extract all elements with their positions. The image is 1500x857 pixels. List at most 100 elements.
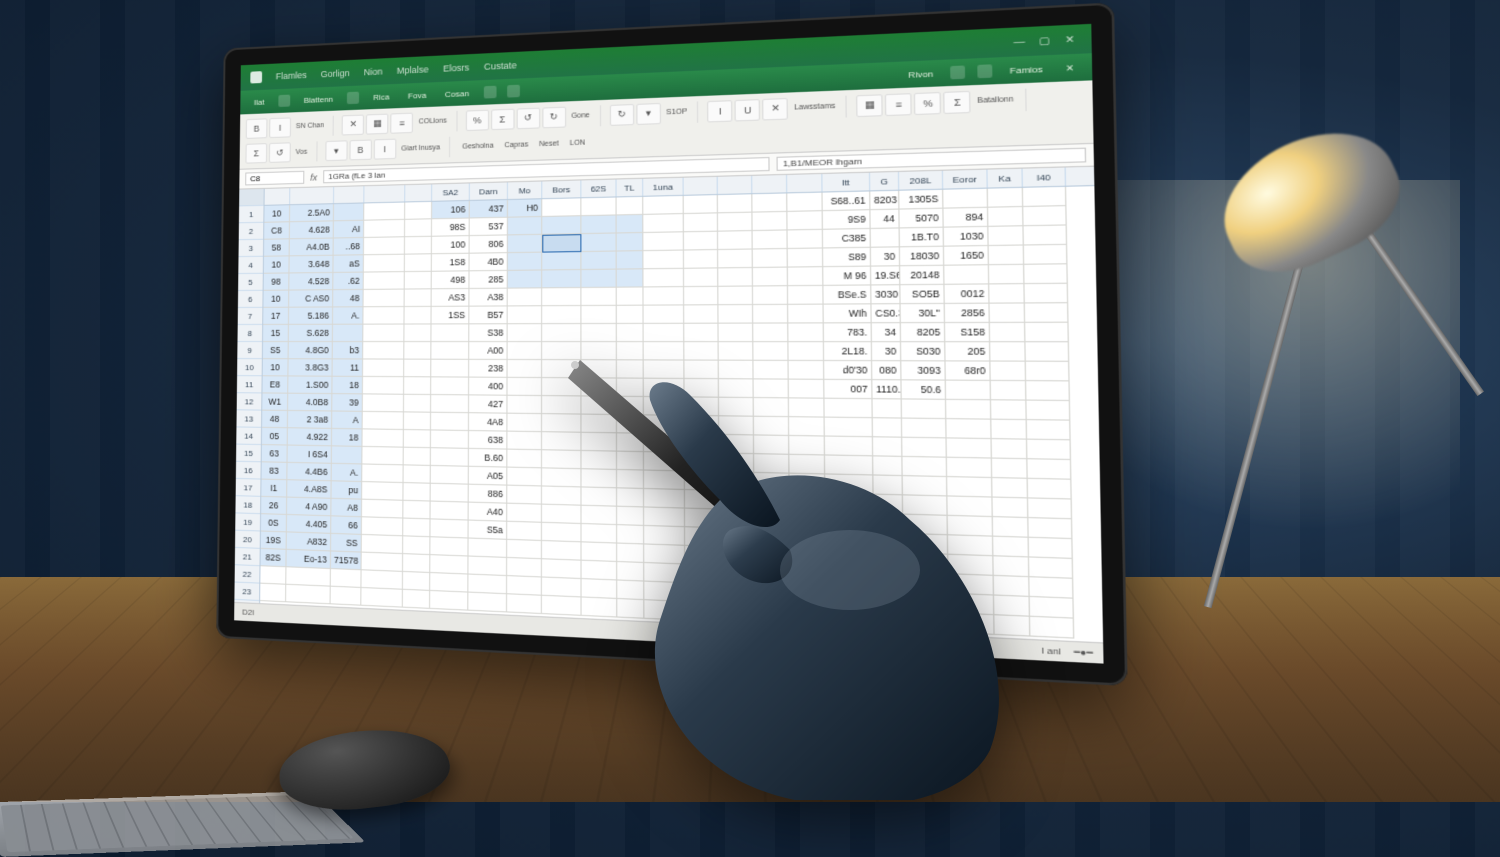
cell[interactable] xyxy=(789,398,825,417)
cell[interactable] xyxy=(404,395,431,413)
ribbon-subtab[interactable]: Ilat xyxy=(250,96,268,108)
cell[interactable] xyxy=(643,196,684,215)
cell[interactable] xyxy=(754,511,789,531)
cell[interactable] xyxy=(1024,226,1068,246)
cell[interactable] xyxy=(873,418,902,438)
cell[interactable] xyxy=(947,438,992,458)
cell[interactable] xyxy=(644,471,685,490)
cell[interactable] xyxy=(684,232,718,251)
cell[interactable] xyxy=(989,246,1025,266)
row-header[interactable]: 3 xyxy=(239,240,264,257)
cell[interactable] xyxy=(826,589,875,610)
cell[interactable] xyxy=(332,446,363,464)
cell[interactable] xyxy=(404,360,431,378)
toolbar-button[interactable]: ≡ xyxy=(885,93,912,116)
minimize-icon[interactable]: — xyxy=(1010,34,1028,50)
cell[interactable] xyxy=(643,214,684,233)
cell[interactable]: 5070 xyxy=(900,209,944,229)
cell[interactable]: b3 xyxy=(333,342,364,359)
ribbon-tab[interactable]: Mplalse xyxy=(397,64,429,76)
cell[interactable] xyxy=(949,574,995,595)
cell[interactable] xyxy=(581,378,616,396)
cell[interactable] xyxy=(404,412,431,430)
cell[interactable] xyxy=(403,590,430,609)
cell[interactable]: 39 xyxy=(332,394,363,412)
cell[interactable] xyxy=(991,400,1027,420)
cell[interactable]: 080 xyxy=(872,361,901,380)
cell[interactable] xyxy=(508,360,543,378)
ribbon-tab[interactable]: Flamles xyxy=(276,70,307,81)
cell[interactable]: 427 xyxy=(469,395,507,413)
cell[interactable] xyxy=(947,496,992,517)
cell[interactable] xyxy=(362,535,404,554)
cell[interactable] xyxy=(644,342,685,360)
cell[interactable] xyxy=(617,360,644,378)
cell[interactable]: I 6S4 xyxy=(288,446,332,464)
ribbon-subtab[interactable]: Fova xyxy=(404,89,431,101)
toolbar-button[interactable]: ↻ xyxy=(542,106,566,128)
cell[interactable]: 285 xyxy=(469,271,507,289)
cell[interactable] xyxy=(902,399,947,419)
cell[interactable] xyxy=(719,324,754,343)
cell[interactable] xyxy=(787,211,823,230)
cell[interactable] xyxy=(581,324,616,342)
cell[interactable]: aS xyxy=(333,255,364,273)
cell[interactable]: 1650 xyxy=(944,246,989,266)
cell[interactable]: 66 xyxy=(331,516,362,535)
cell[interactable] xyxy=(789,436,825,456)
cell[interactable]: S158 xyxy=(945,323,990,342)
cell[interactable] xyxy=(507,396,542,414)
cell[interactable] xyxy=(404,324,431,342)
cell[interactable] xyxy=(644,324,685,342)
cell[interactable]: A. xyxy=(333,307,364,324)
cell[interactable] xyxy=(581,233,616,252)
toolbar-button[interactable]: ✕ xyxy=(342,114,364,135)
cell[interactable] xyxy=(617,269,644,287)
toolbar-button[interactable]: Σ xyxy=(491,108,514,130)
cell[interactable]: I1 xyxy=(261,480,287,498)
cell[interactable] xyxy=(718,194,753,213)
cell[interactable]: 18 xyxy=(332,377,363,395)
cell[interactable]: 5.186 xyxy=(289,307,333,324)
cell[interactable] xyxy=(989,284,1025,304)
cell[interactable]: CS0.3 xyxy=(872,304,901,323)
cell[interactable] xyxy=(542,505,582,524)
cell[interactable] xyxy=(581,306,616,324)
column-header[interactable] xyxy=(752,175,787,193)
cell[interactable]: 98 xyxy=(264,273,290,290)
cell[interactable] xyxy=(542,396,581,415)
toolbar-button[interactable]: % xyxy=(914,92,941,115)
cell[interactable] xyxy=(874,495,904,515)
cell[interactable] xyxy=(903,515,948,536)
cell[interactable] xyxy=(581,415,617,434)
cell[interactable] xyxy=(431,360,469,378)
cell[interactable]: 106 xyxy=(432,201,470,219)
cell[interactable] xyxy=(581,342,616,360)
cell[interactable] xyxy=(582,469,618,488)
cell[interactable]: Eo-13 xyxy=(286,550,331,569)
tool-icon[interactable] xyxy=(484,86,497,99)
cell[interactable] xyxy=(788,342,824,361)
cell[interactable] xyxy=(718,231,753,250)
cell[interactable] xyxy=(1024,245,1068,265)
cell[interactable] xyxy=(644,434,685,453)
cell[interactable] xyxy=(826,513,875,534)
cell[interactable] xyxy=(644,360,685,379)
ribbon-tab[interactable]: Nion xyxy=(364,66,383,77)
cell[interactable] xyxy=(333,325,364,342)
cell[interactable] xyxy=(403,519,430,538)
cell[interactable] xyxy=(903,476,948,496)
cell[interactable]: A. xyxy=(332,464,363,482)
cell[interactable] xyxy=(617,197,644,216)
cell[interactable] xyxy=(644,507,685,527)
cell[interactable] xyxy=(431,448,469,467)
cell[interactable] xyxy=(685,434,720,453)
cell[interactable]: AI xyxy=(334,221,364,239)
cell[interactable] xyxy=(617,397,644,416)
cell[interactable] xyxy=(1023,187,1067,207)
cell[interactable]: 894 xyxy=(944,208,989,228)
cell[interactable]: 498 xyxy=(432,271,470,289)
toolbar-button[interactable]: U xyxy=(735,99,760,121)
ribbon-tab[interactable]: Custate xyxy=(484,60,517,72)
cell[interactable] xyxy=(754,379,789,398)
